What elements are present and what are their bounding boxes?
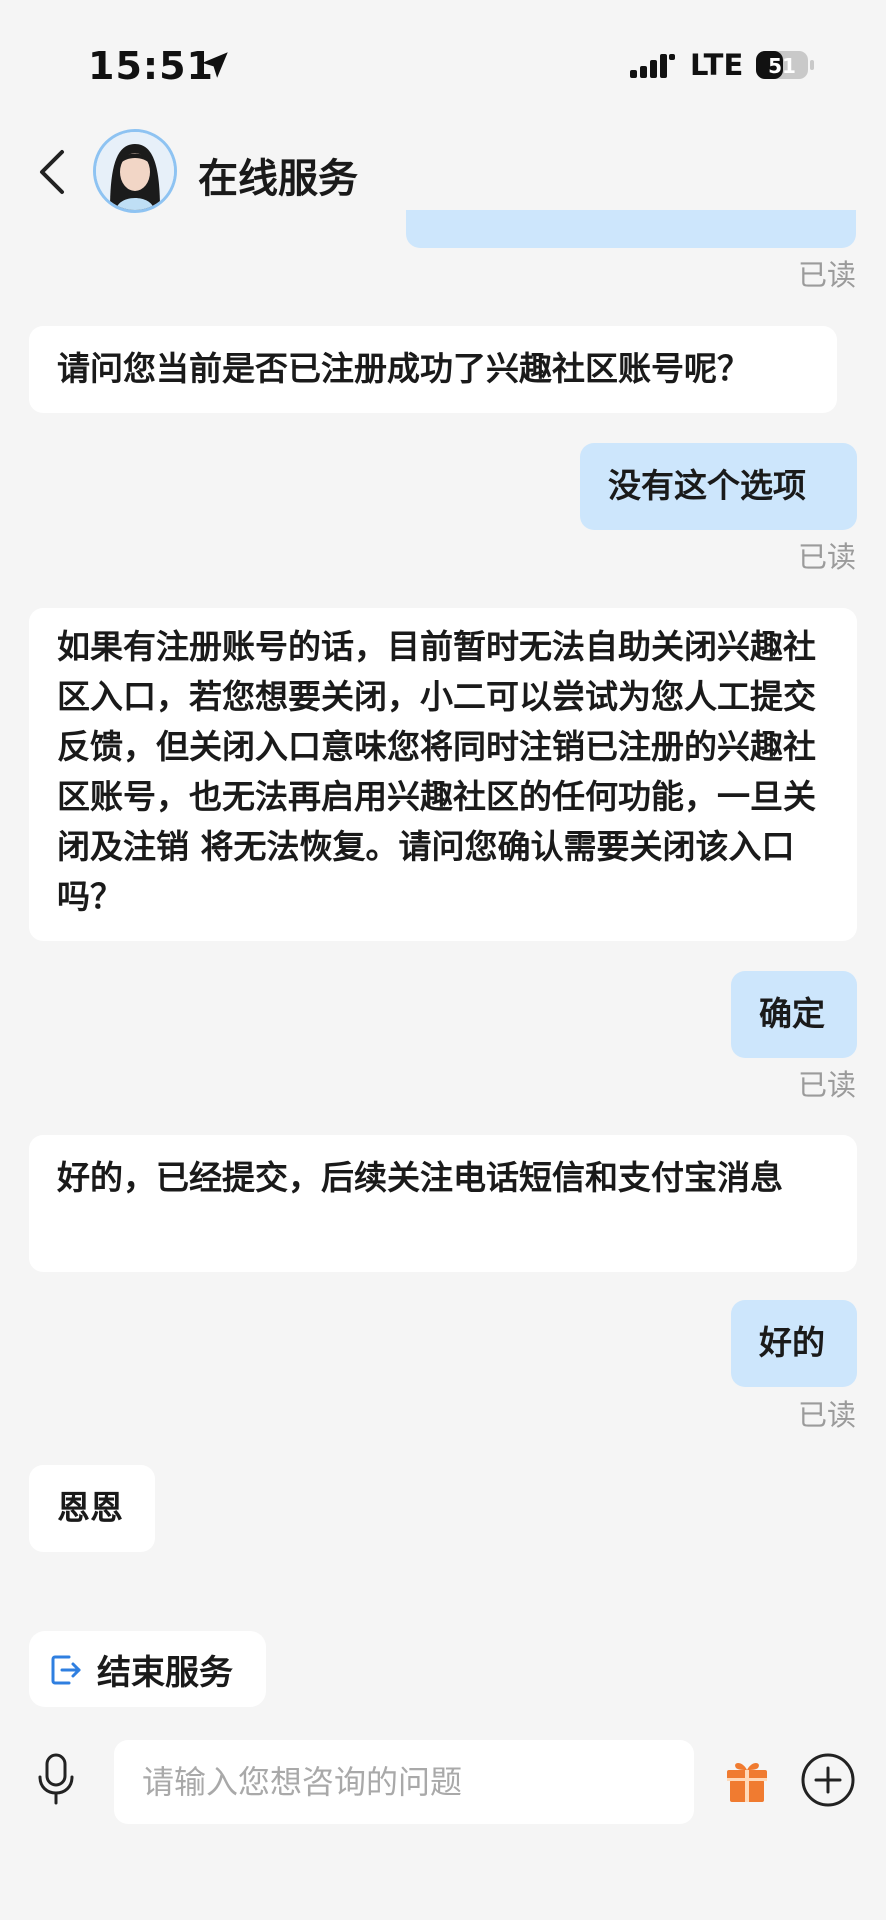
status-bar: 15:51 LTE 51	[0, 0, 886, 120]
read-status: 已读	[797, 258, 856, 292]
message-text: 好的	[759, 1323, 825, 1362]
avatar-portrait-icon	[96, 132, 174, 210]
agent-avatar[interactable]	[93, 129, 177, 213]
end-service-label: 结束服务	[97, 1653, 233, 1693]
gift-icon[interactable]	[724, 1756, 770, 1804]
battery-level: 51	[768, 54, 796, 78]
read-status: 已读	[797, 540, 856, 574]
message-text: 没有这个选项	[608, 466, 806, 505]
user-message-bubble: 没有这个选项	[580, 443, 857, 530]
message-text: 如果有注册账号的话，目前暂时无法自助关闭兴趣社区入口，若您想要关闭，小二可以尝试…	[57, 627, 816, 916]
agent-message-bubble: 如果有注册账号的话，目前暂时无法自助关闭兴趣社区入口，若您想要关闭，小二可以尝试…	[29, 608, 857, 941]
read-status: 已读	[797, 1398, 856, 1432]
exit-icon	[51, 1655, 81, 1685]
user-message-bubble-partial	[406, 210, 856, 248]
status-time: 15:51	[88, 44, 214, 88]
message-text: 请问您当前是否已注册成功了兴趣社区账号呢？	[57, 349, 750, 388]
message-text: 好的，已经提交，后续关注电话短信和支付宝消息	[57, 1158, 783, 1197]
plus-circle-icon[interactable]	[800, 1752, 856, 1808]
signal-icon	[630, 54, 675, 78]
back-chevron-icon[interactable]	[36, 148, 70, 196]
network-type: LTE	[690, 48, 744, 82]
page-title: 在线服务	[198, 156, 358, 202]
agent-message-bubble: 请问您当前是否已注册成功了兴趣社区账号呢？	[29, 326, 837, 413]
message-input[interactable]	[114, 1740, 694, 1824]
agent-message-bubble: 好的，已经提交，后续关注电话短信和支付宝消息	[29, 1135, 857, 1272]
battery-icon: 51	[756, 51, 814, 79]
user-message-bubble: 好的	[731, 1300, 857, 1387]
microphone-icon[interactable]	[36, 1753, 76, 1805]
user-message-bubble: 确定	[731, 971, 857, 1058]
end-service-button[interactable]: 结束服务	[29, 1631, 266, 1707]
read-status: 已读	[797, 1068, 856, 1102]
message-text: 确定	[759, 994, 825, 1033]
message-text: 恩恩	[57, 1488, 123, 1527]
agent-message-bubble: 恩恩	[29, 1465, 155, 1552]
location-arrow-icon	[202, 52, 228, 78]
